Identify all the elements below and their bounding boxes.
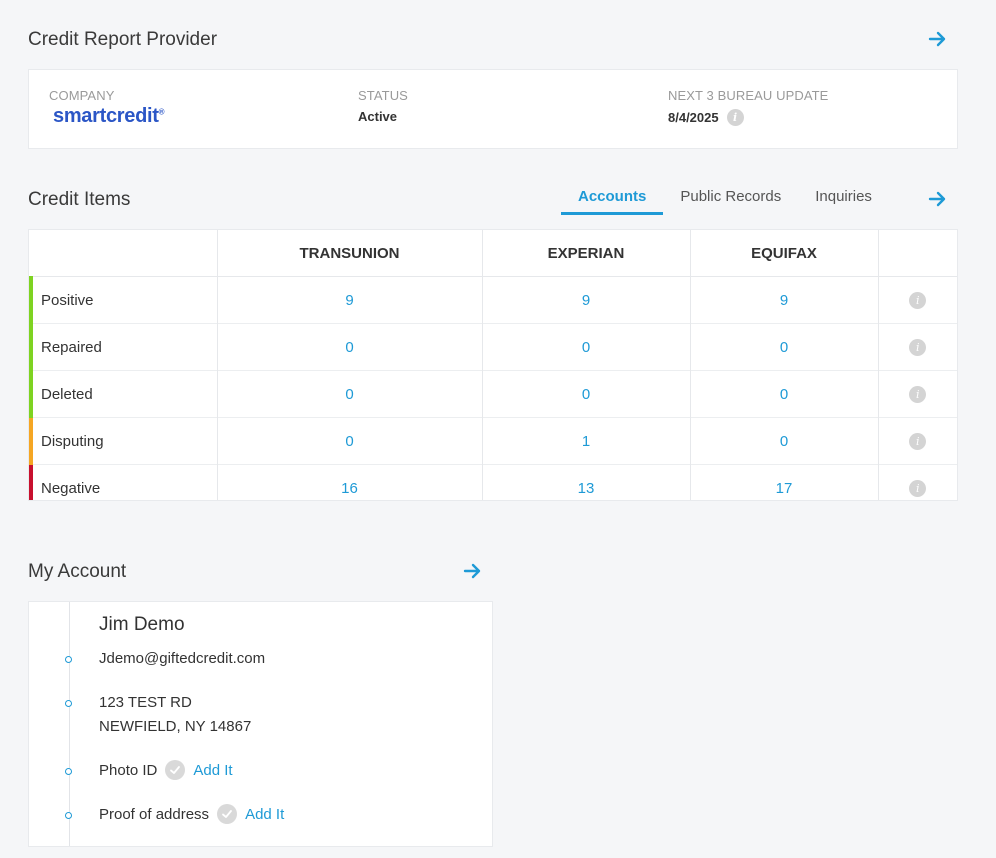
check-circle-icon bbox=[217, 804, 238, 824]
table-header-row: TRANSUNION EXPERIAN EQUIFAX bbox=[31, 230, 957, 277]
smartcredit-logo: smartcredit® bbox=[53, 105, 165, 127]
info-icon[interactable]: i bbox=[909, 433, 927, 450]
tab-accounts[interactable]: Accounts bbox=[561, 188, 664, 215]
header-transunion: TRANSUNION bbox=[216, 230, 482, 277]
update-column: NEXT 3 BUREAU UPDATE 8/4/2025 i bbox=[668, 88, 828, 126]
company-label: COMPANY bbox=[49, 88, 115, 103]
row-label-repaired: Repaired bbox=[29, 323, 217, 371]
equifax-deleted-count[interactable]: 0 bbox=[689, 370, 878, 418]
info-cell: i bbox=[877, 323, 957, 371]
experian-deleted-count[interactable]: 0 bbox=[481, 370, 690, 418]
credit-items-title: Credit Items bbox=[28, 189, 131, 210]
update-label: NEXT 3 BUREAU UPDATE bbox=[668, 88, 829, 103]
header-label bbox=[31, 230, 217, 277]
tab-public-records[interactable]: Public Records bbox=[663, 188, 798, 214]
equifax-negative-count[interactable]: 17 bbox=[689, 464, 878, 500]
transunion-negative-count[interactable]: 16 bbox=[216, 464, 482, 500]
credit-items-tabs: Accounts Public Records Inquiries bbox=[561, 188, 889, 215]
equifax-positive-count[interactable]: 9 bbox=[689, 276, 878, 324]
credit-items-table: TRANSUNION EXPERIAN EQUIFAX Positive 9 9… bbox=[29, 230, 957, 500]
timeline-bullet-icon bbox=[65, 768, 72, 775]
photo-id-add-link[interactable]: Add It bbox=[193, 762, 232, 779]
timeline-line bbox=[69, 602, 70, 846]
update-date: 8/4/2025 bbox=[668, 110, 719, 125]
provider-arrow-icon[interactable] bbox=[928, 29, 948, 49]
my-account-arrow-icon[interactable] bbox=[463, 561, 483, 581]
status-label: STATUS bbox=[358, 88, 408, 103]
my-account-card: Jim Demo Jdemo@giftedcredit.com 123 TEST… bbox=[28, 601, 493, 847]
proof-address-label: Proof of address bbox=[99, 805, 210, 823]
info-cell: i bbox=[877, 370, 957, 418]
address-line2: NEWFIELD, NY 14867 bbox=[99, 718, 252, 735]
account-name: Jim Demo bbox=[99, 614, 185, 635]
table-row-repaired: Repaired 0 0 0 i bbox=[29, 323, 957, 371]
transunion-positive-count[interactable]: 9 bbox=[216, 276, 482, 324]
company-column: COMPANY smartcredit® bbox=[49, 88, 165, 128]
info-cell: i bbox=[877, 276, 957, 324]
status-value: Active bbox=[358, 109, 398, 124]
transunion-deleted-count[interactable]: 0 bbox=[216, 370, 482, 418]
update-value-row: 8/4/2025 i bbox=[668, 109, 828, 126]
equifax-disputing-count[interactable]: 0 bbox=[689, 417, 878, 465]
table-row-positive: Positive 9 9 9 i bbox=[29, 276, 957, 324]
credit-items-table-card: TRANSUNION EXPERIAN EQUIFAX Positive 9 9… bbox=[28, 229, 958, 501]
photo-id-row: Photo ID Add It bbox=[99, 760, 233, 780]
experian-positive-count[interactable]: 9 bbox=[481, 276, 690, 324]
info-icon[interactable]: i bbox=[909, 292, 927, 309]
photo-id-label: Photo ID bbox=[99, 761, 158, 779]
timeline-bullet-icon bbox=[65, 700, 72, 707]
equifax-repaired-count[interactable]: 0 bbox=[689, 323, 878, 371]
provider-title: Credit Report Provider bbox=[28, 29, 218, 50]
info-icon[interactable]: i bbox=[909, 339, 927, 356]
experian-repaired-count[interactable]: 0 bbox=[481, 323, 690, 371]
tab-inquiries[interactable]: Inquiries bbox=[798, 188, 889, 214]
transunion-repaired-count[interactable]: 0 bbox=[216, 323, 482, 371]
row-label-disputing: Disputing bbox=[29, 417, 217, 465]
provider-card: COMPANY smartcredit® STATUS Active NEXT … bbox=[28, 69, 958, 149]
table-row-disputing: Disputing 0 1 0 i bbox=[29, 417, 957, 465]
timeline-bullet-icon bbox=[65, 656, 72, 663]
table-row-deleted: Deleted 0 0 0 i bbox=[29, 370, 957, 418]
info-cell: i bbox=[877, 417, 957, 465]
account-email: Jdemo@giftedcredit.com bbox=[99, 650, 266, 667]
proof-address-add-link[interactable]: Add It bbox=[245, 806, 284, 823]
credit-items-arrow-icon[interactable] bbox=[928, 189, 948, 209]
address-line1: 123 TEST RD bbox=[99, 694, 192, 711]
info-icon[interactable]: i bbox=[909, 386, 927, 403]
table-row-negative: Negative 16 13 17 i bbox=[29, 464, 957, 500]
proof-address-row: Proof of address Add It bbox=[99, 804, 284, 824]
experian-negative-count[interactable]: 13 bbox=[481, 464, 690, 500]
row-label-negative: Negative bbox=[29, 464, 217, 500]
timeline-bullet-icon bbox=[65, 812, 72, 819]
experian-disputing-count[interactable]: 1 bbox=[481, 417, 690, 465]
header-experian: EXPERIAN bbox=[481, 230, 690, 277]
header-info bbox=[877, 230, 957, 277]
my-account-title: My Account bbox=[28, 561, 127, 582]
row-label-deleted: Deleted bbox=[29, 370, 217, 418]
check-circle-icon bbox=[165, 760, 186, 780]
info-cell: i bbox=[877, 464, 957, 500]
header-equifax: EQUIFAX bbox=[689, 230, 878, 277]
transunion-disputing-count[interactable]: 0 bbox=[216, 417, 482, 465]
status-column: STATUS Active bbox=[358, 88, 408, 124]
info-icon[interactable]: i bbox=[726, 109, 744, 126]
info-icon[interactable]: i bbox=[909, 480, 927, 497]
row-label-positive: Positive bbox=[29, 276, 217, 324]
